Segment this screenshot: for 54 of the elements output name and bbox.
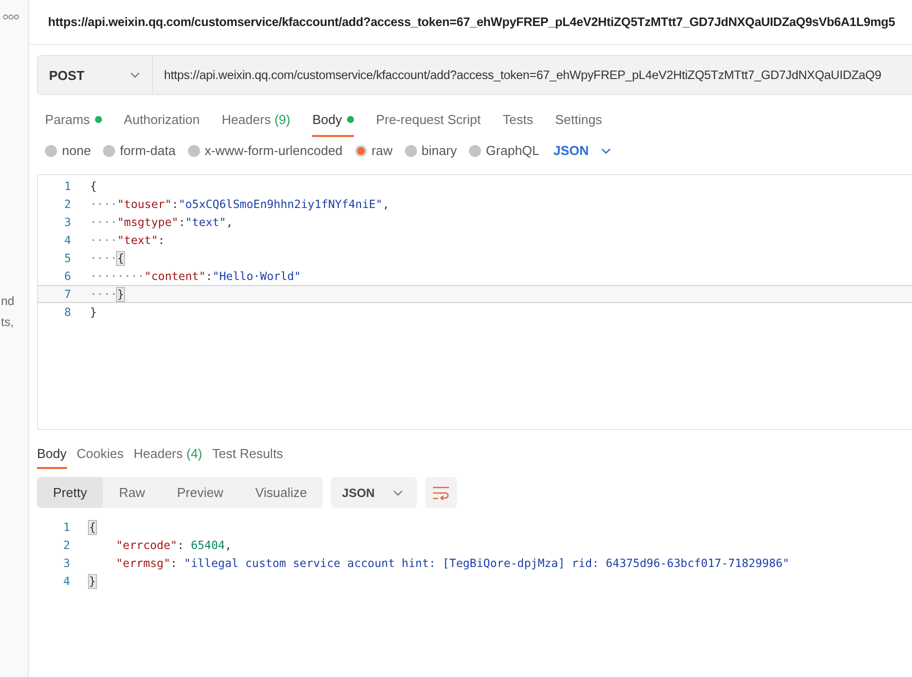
code-line: { [90, 180, 97, 192]
line-number: 3 [63, 216, 71, 228]
sidebar-text: ts, [1, 314, 14, 331]
request-tab[interactable]: Params [45, 109, 102, 137]
line-number: 7 [63, 288, 71, 300]
sidebar-text: nd [1, 293, 14, 310]
line-number: 8 [63, 306, 71, 318]
body-type-radio[interactable]: raw [354, 143, 392, 158]
wrap-lines-icon [432, 486, 450, 500]
code-line: ····"touser":"o5xCQ6lSmoEn9hhn2iy1fNYf4niE", [90, 198, 390, 210]
request-tab[interactable]: Pre-request Script [376, 109, 481, 137]
language-dropdown[interactable]: JSON [551, 143, 611, 158]
code-line: ····"msgtype":"text", [90, 216, 233, 228]
response-tab[interactable]: Test Results [212, 443, 284, 469]
line-number: 3 [62, 556, 70, 570]
code-line: ····{ [90, 252, 124, 264]
request-tab[interactable]: Tests [502, 109, 534, 137]
request-title: https://api.weixin.qq.com/customservice/kfaccount/add?access_token=67_ehWpyFREP_pL4eV2HtiZQ5TzMTtt7_GD7JdNXQaUIDZaQ9sVb6A1L9mg5 [48, 15, 896, 29]
format-dropdown[interactable]: JSON [331, 477, 417, 508]
view-option[interactable]: Preview [160, 477, 240, 508]
view-option[interactable]: Visualize [239, 477, 324, 508]
line-number: 2 [63, 198, 71, 210]
view-option[interactable]: Raw [102, 477, 161, 508]
body-type-radio[interactable]: x-www-form-urlencoded [188, 143, 343, 158]
body-type-radio[interactable]: form-data [102, 143, 176, 158]
body-type-radio[interactable]: GraphQL [468, 143, 540, 158]
code-line: ····"text": [90, 234, 165, 246]
request-tab[interactable]: Settings [555, 109, 602, 137]
line-number: 4 [63, 234, 71, 246]
line-number: 2 [62, 538, 70, 552]
response-tab[interactable]: Cookies [76, 443, 124, 469]
line-number: 1 [63, 180, 71, 192]
line-number: 6 [63, 270, 71, 282]
request-tab[interactable]: Authorization [124, 109, 200, 137]
request-tab[interactable]: Headers (9) [222, 109, 290, 137]
response-tab[interactable]: Headers (4) [134, 443, 202, 469]
body-type-radio[interactable]: binary [404, 143, 457, 158]
code-line: "errcode": 65404, [115, 538, 232, 552]
code-line: "errmsg": "illegal custom service account hint: [TegBiQore-dpjMza] rid: 64375d96-63bcf017-71829986" [115, 556, 790, 570]
chevron-down-icon [600, 148, 611, 154]
code-line: ····} [90, 288, 124, 300]
code-line: ········"content":"Hello·World" [90, 270, 301, 282]
wrap-button[interactable] [424, 477, 457, 508]
line-number: 1 [62, 520, 70, 534]
response-tab[interactable]: Body [37, 443, 67, 469]
view-option[interactable]: Pretty [37, 477, 103, 508]
code-line: } [90, 306, 97, 318]
more-icon[interactable] [3, 14, 19, 20]
request-tab[interactable]: Body [312, 109, 354, 137]
code-editor[interactable]: 1 { 2 ····"touser":"o5xCQ6lSmoEn9hhn2iy1fNYf4niE", 3 ····"msgtype":"text", 4 ····"text": 5 ····{ 6 ········"content":"Hello·World" 7 ····} 8 } [37, 174, 912, 430]
body-type-radio[interactable]: none [45, 143, 91, 158]
line-number: 4 [62, 574, 70, 588]
line-number: 5 [63, 252, 71, 264]
chevron-down-icon [392, 490, 403, 496]
